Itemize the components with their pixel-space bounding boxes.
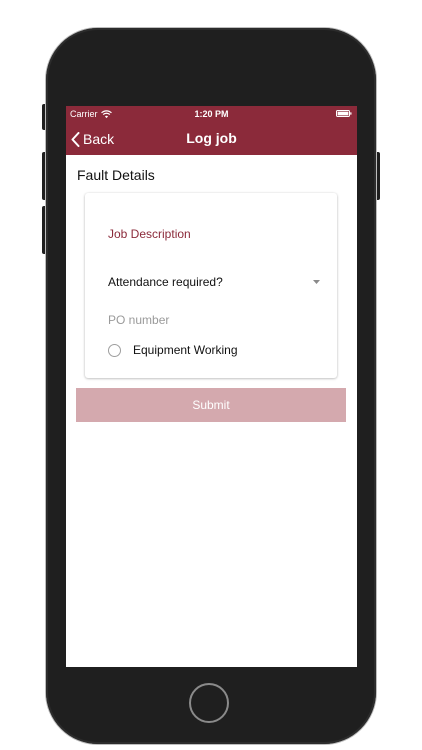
status-bar: Carrier 1:20 PM [66, 106, 357, 122]
app-screen: Carrier 1:20 PM Back Log job Fault Detai… [66, 106, 357, 667]
fault-details-card: Job Description Attendance required? Equ… [85, 193, 337, 378]
app-header: Carrier 1:20 PM Back Log job [66, 106, 357, 155]
caret-down-icon [313, 280, 320, 284]
navigation-bar: Back Log job [66, 125, 357, 153]
submit-button[interactable]: Submit [76, 388, 346, 422]
attendance-label: Attendance required? [108, 275, 223, 289]
status-time: 1:20 PM [194, 109, 229, 119]
home-button[interactable] [189, 683, 229, 723]
radio-unchecked-icon[interactable] [108, 343, 121, 357]
section-title: Fault Details [77, 167, 155, 183]
job-description-field[interactable]: Job Description [108, 227, 191, 241]
equipment-working-label: Equipment Working [133, 343, 238, 357]
battery-icon [336, 110, 352, 117]
attendance-required-select[interactable]: Attendance required? [108, 273, 320, 293]
equipment-working-radio[interactable]: Equipment Working [108, 343, 238, 357]
page-title: Log job [186, 130, 237, 146]
po-number-input[interactable] [108, 311, 308, 329]
device-mockup: Carrier 1:20 PM Back Log job Fault Detai… [0, 0, 422, 750]
